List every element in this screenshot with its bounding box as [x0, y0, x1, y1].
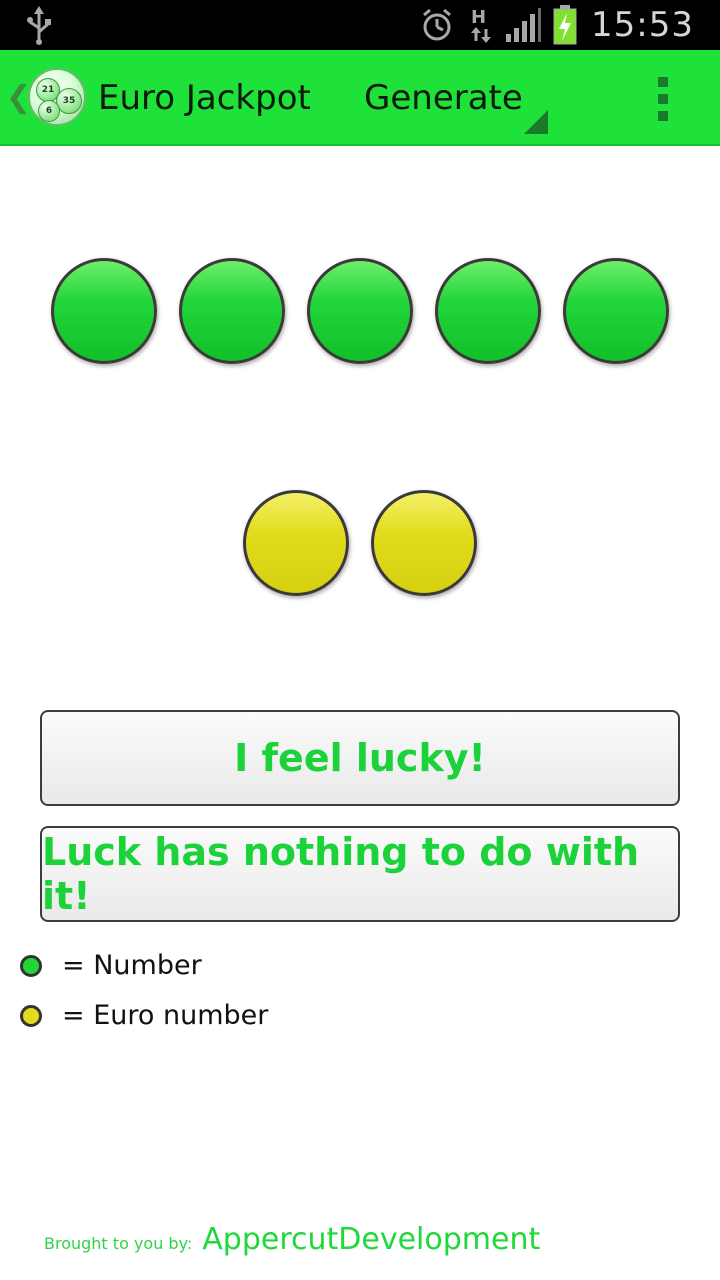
usb-icon: [27, 6, 51, 45]
app-logo-icon[interactable]: 21 35 6: [28, 68, 86, 126]
data-transfer-icon: H: [467, 5, 493, 45]
app-title: Euro Jackpot: [98, 78, 311, 118]
nav-spinner-label: Generate: [364, 78, 523, 118]
status-time: 15:53: [591, 5, 694, 45]
overflow-dot: [658, 94, 668, 104]
number-ball: [307, 258, 413, 364]
number-ball: [179, 258, 285, 364]
euro-ball: [243, 490, 349, 596]
legend-euro-label: = Euro number: [62, 1000, 269, 1031]
alarm-icon: [423, 8, 451, 41]
action-bar: ❮ 21 35 6 Euro Jackpot Generate: [0, 50, 720, 146]
legend-number-label: = Number: [62, 950, 202, 981]
number-ball: [435, 258, 541, 364]
status-bar: H 15:53: [0, 0, 720, 50]
footer-prefix: Brought to you by:: [44, 1234, 193, 1253]
legend-euro-dot: [20, 1004, 42, 1027]
footer: Brought to you by: AppercutDevelopment: [44, 1222, 540, 1257]
signal-icon: [506, 8, 542, 42]
luck-has-nothing-button[interactable]: Luck has nothing to do with it!: [40, 826, 680, 922]
nav-spinner[interactable]: Generate: [362, 74, 552, 134]
overflow-menu-icon[interactable]: [640, 74, 686, 124]
overflow-dot: [658, 77, 668, 87]
spinner-arrow-icon: [524, 110, 548, 134]
legend-euro: = Euro number: [20, 1000, 268, 1031]
overflow-dot: [658, 111, 668, 121]
legend-number-dot: [20, 954, 42, 977]
legend-number: = Number: [20, 950, 202, 981]
status-left-icons: [24, 6, 54, 50]
euro-ball: [371, 490, 477, 596]
status-right-icons: H 15:53: [407, 0, 694, 50]
logo-ball: 6: [38, 100, 60, 122]
number-ball: [563, 258, 669, 364]
developer-link[interactable]: AppercutDevelopment: [202, 1222, 540, 1257]
battery-charging-icon: [553, 5, 577, 45]
i-feel-lucky-button[interactable]: I feel lucky!: [40, 710, 680, 806]
number-ball: [51, 258, 157, 364]
network-type-label: H: [471, 7, 487, 28]
